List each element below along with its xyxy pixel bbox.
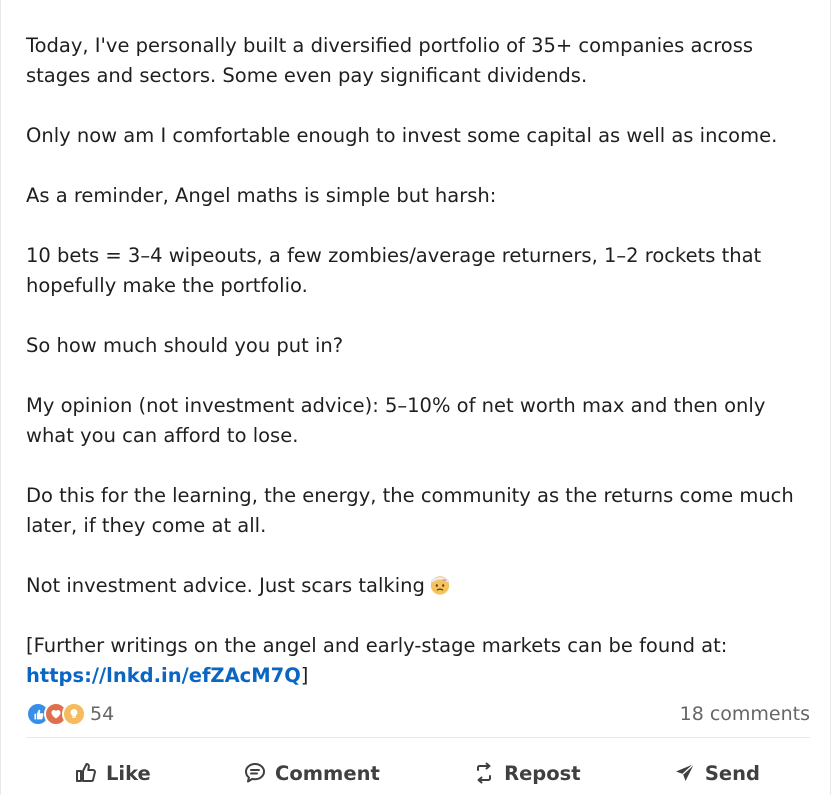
reaction-icons <box>26 702 86 726</box>
post-paragraph: Do this for the learning, the energy, th… <box>26 484 794 537</box>
insightful-icon <box>62 702 86 726</box>
comment-icon <box>245 763 266 783</box>
send-label: Send <box>704 761 760 785</box>
post-text: ] <box>300 664 309 687</box>
send-icon <box>675 763 695 781</box>
post-paragraph: Today, I've personally built a diversifi… <box>26 34 754 87</box>
repost-label: Repost <box>504 761 581 785</box>
reaction-count: 54 <box>90 703 115 725</box>
comment-button[interactable]: Comment <box>233 755 390 791</box>
action-bar: Like Comment Repost Send <box>26 750 810 796</box>
comments-count-link[interactable]: 18 comments <box>680 703 810 725</box>
post-card: Today, I've personally built a diversifi… <box>0 0 831 795</box>
like-button[interactable]: Like <box>64 755 161 791</box>
send-button[interactable]: Send <box>663 755 770 791</box>
reactions-summary[interactable]: 54 <box>26 702 114 726</box>
post-text: Not investment advice. Just scars talkin… <box>26 574 425 597</box>
post-paragraph: 10 bets = 3–4 wipeouts, a few zombies/av… <box>26 244 762 297</box>
divider <box>26 737 810 738</box>
post-paragraph: As a reminder, Angel maths is simple but… <box>26 184 497 207</box>
face-with-head-bandage-icon <box>429 574 451 596</box>
repost-button[interactable]: Repost <box>462 755 591 791</box>
repost-icon <box>477 762 492 784</box>
post-paragraph: Only now am I comfortable enough to inve… <box>26 124 778 147</box>
post-paragraph: So how much should you put in? <box>26 334 344 357</box>
post-text: [Further writings on the angel and early… <box>26 634 728 657</box>
like-label: Like <box>106 761 151 785</box>
social-counts-bar: 54 18 comments <box>26 700 810 728</box>
post-link[interactable]: https://lnkd.in/efZAcM7Q <box>26 664 301 687</box>
post-paragraph: [Further writings on the angel and early… <box>26 631 816 691</box>
thumbs-up-icon <box>76 763 96 782</box>
post-paragraph: My opinion (not investment advice): 5–10… <box>26 394 766 447</box>
comment-label: Comment <box>275 761 380 785</box>
post-body: Today, I've personally built a diversifi… <box>26 31 816 691</box>
post-paragraph: Not investment advice. Just scars talkin… <box>26 571 816 601</box>
